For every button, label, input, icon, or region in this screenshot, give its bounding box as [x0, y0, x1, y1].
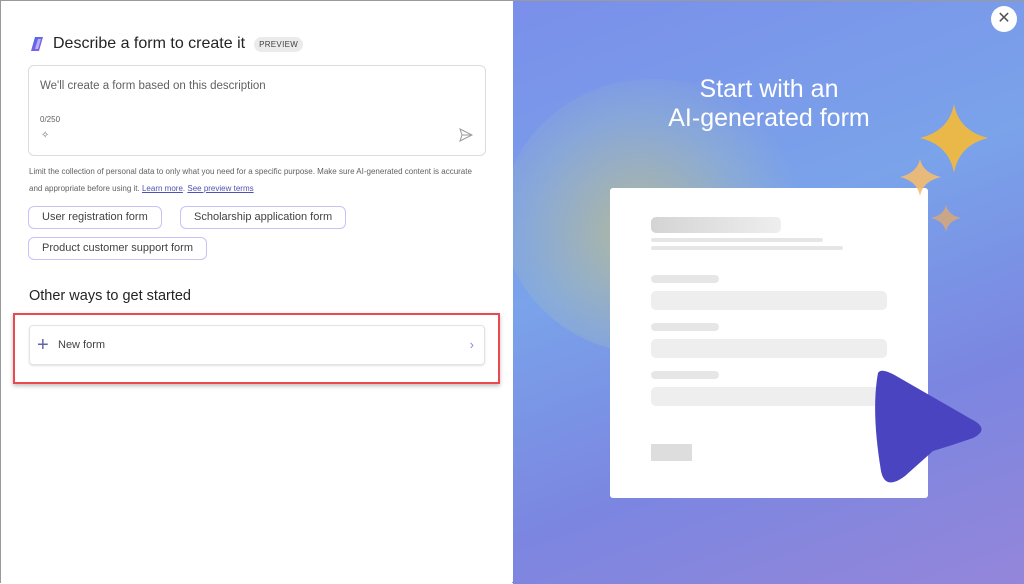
- suggestion-chip[interactable]: Product customer support form: [28, 237, 208, 260]
- close-icon: ✕: [997, 10, 1011, 27]
- close-button[interactable]: ✕: [991, 6, 1017, 32]
- highlight-box: [13, 313, 500, 384]
- description-input[interactable]: We'll create a form based on this descri…: [28, 65, 486, 156]
- decorations: [875, 104, 988, 483]
- preview-badge: PREVIEW: [254, 36, 304, 52]
- description-placeholder: We'll create a form based on this descri…: [40, 80, 266, 92]
- play-pointer-icon: [875, 370, 982, 483]
- dialog-header: Describe a form to create it PREVIEW: [29, 35, 304, 53]
- preview-terms-link[interactable]: See preview terms: [187, 184, 253, 193]
- privacy-notice: Limit the collection of personal data to…: [29, 167, 472, 193]
- dialog-title: Describe a form to create it: [53, 35, 246, 52]
- promo-panel: Start with an AI-generated form ✕: [513, 1, 1024, 584]
- sparkle-medium-icon: [900, 159, 941, 196]
- sparkle-icon[interactable]: ✧: [41, 130, 49, 141]
- learn-more-link[interactable]: Learn more: [142, 184, 183, 193]
- character-count: 0/250: [40, 115, 61, 124]
- suggestion-chip[interactable]: Scholarship application form: [180, 206, 347, 229]
- other-ways-heading: Other ways to get started: [29, 288, 191, 304]
- send-icon[interactable]: [459, 128, 473, 142]
- sparkle-large-icon: [920, 104, 988, 173]
- create-form-panel: Describe a form to create it PREVIEW We'…: [1, 1, 512, 584]
- sparkle-small-icon: [931, 205, 961, 232]
- copilot-icon: [31, 37, 43, 51]
- suggestion-chip[interactable]: User registration form: [28, 206, 162, 229]
